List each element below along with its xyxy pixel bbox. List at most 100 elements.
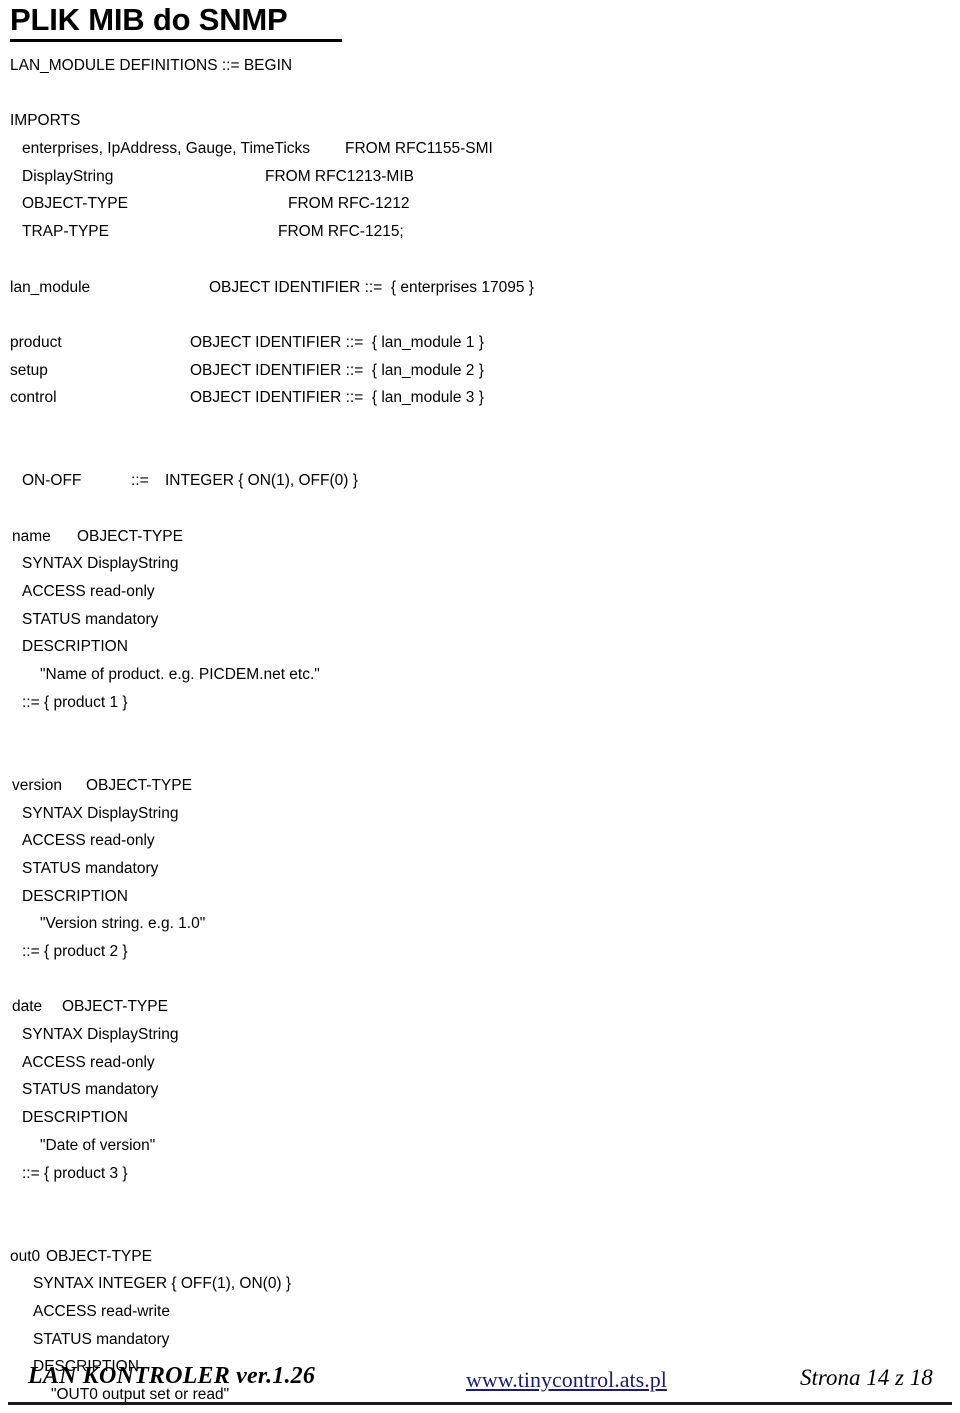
object-name: date bbox=[12, 998, 43, 1016]
object-access: ACCESS read-only bbox=[22, 1053, 155, 1071]
textual-convention-line: ON-OFF ::= INTEGER { ON(1), OFF(0) } bbox=[0, 467, 960, 495]
object-description-keyword: DESCRIPTION bbox=[22, 887, 128, 905]
object-description-keyword-line: DESCRIPTION bbox=[0, 633, 960, 661]
object-description-line: "Version string. e.g. 1.0" bbox=[0, 910, 960, 938]
oid-line: setup OBJECT IDENTIFIER ::= { lan_module… bbox=[0, 357, 960, 385]
object-access-line: ACCESS read-only bbox=[0, 827, 960, 855]
page-footer: LAN KONTROLER ver.1.26 www.tinycontrol.a… bbox=[0, 1355, 960, 1413]
object-type-keyword: OBJECT-TYPE bbox=[86, 776, 192, 794]
object-description-line: "Date of version" bbox=[0, 1132, 960, 1160]
textual-convention-operator: ::= bbox=[131, 472, 149, 490]
root-oid-line: lan_module OBJECT IDENTIFIER ::= { enter… bbox=[0, 274, 960, 302]
oid-assignment: OBJECT IDENTIFIER ::= { lan_module 3 } bbox=[190, 389, 484, 407]
oid-line: product OBJECT IDENTIFIER ::= { lan_modu… bbox=[0, 329, 960, 357]
object-syntax-line: SYNTAX DisplayString bbox=[0, 550, 960, 578]
object-access-line: ACCESS read-only bbox=[0, 1049, 960, 1077]
textual-convention-definition: INTEGER { ON(1), OFF(0) } bbox=[165, 472, 358, 490]
object-syntax: SYNTAX INTEGER { OFF(1), ON(0) } bbox=[33, 1275, 292, 1293]
object-syntax: SYNTAX DisplayString bbox=[22, 804, 179, 822]
import-names: enterprises, IpAddress, Gauge, TimeTicks bbox=[22, 140, 311, 158]
object-access: ACCESS read-only bbox=[22, 583, 155, 601]
object-status: STATUS mandatory bbox=[22, 610, 159, 628]
object-access-line: ACCESS read-write bbox=[0, 1298, 960, 1326]
import-names: DisplayString bbox=[22, 167, 114, 185]
object-name: name bbox=[12, 527, 51, 545]
page-title-underline bbox=[10, 39, 342, 42]
object-description: "Version string. e.g. 1.0" bbox=[40, 915, 206, 933]
oid-assignment: OBJECT IDENTIFIER ::= { lan_module 2 } bbox=[190, 361, 484, 379]
object-oid: ::= { product 1 } bbox=[22, 693, 128, 711]
object-status-line: STATUS mandatory bbox=[0, 1076, 960, 1104]
object-oid: ::= { product 2 } bbox=[22, 943, 128, 960]
page-title: PLIK MIB do SNMP bbox=[10, 2, 288, 37]
object-description-keyword: DESCRIPTION bbox=[22, 1109, 128, 1127]
object-status: STATUS mandatory bbox=[22, 1081, 159, 1099]
object-status-line: STATUS mandatory bbox=[0, 606, 960, 634]
object-name: version bbox=[12, 776, 62, 794]
oid-name: product bbox=[10, 333, 62, 351]
object-oid-line: ::= { product 1 } bbox=[0, 689, 960, 717]
footer-divider bbox=[8, 1402, 952, 1405]
textual-convention-name: ON-OFF bbox=[22, 472, 82, 490]
import-from: FROM RFC-1212 bbox=[288, 195, 410, 213]
object-oid-line: ::= { product 2 } bbox=[0, 938, 960, 966]
import-names: TRAP-TYPE bbox=[22, 223, 109, 241]
object-type-keyword: OBJECT-TYPE bbox=[77, 527, 183, 545]
object-status: STATUS mandatory bbox=[33, 1330, 170, 1348]
object-access: ACCESS read-only bbox=[22, 832, 155, 850]
object-syntax: SYNTAX DisplayString bbox=[22, 1026, 179, 1044]
oid-name: setup bbox=[10, 361, 48, 379]
mib-source-listing: LAN_MODULE DEFINITIONS ::= BEGIN IMPORTS… bbox=[0, 52, 960, 1409]
oid-line: control OBJECT IDENTIFIER ::= { lan_modu… bbox=[0, 384, 960, 412]
imports-keyword: IMPORTS bbox=[10, 112, 81, 130]
import-line: TRAP-TYPE FROM RFC-1215; bbox=[0, 218, 960, 246]
document-page: PLIK MIB do SNMP LAN_MODULE DEFINITIONS … bbox=[0, 0, 960, 1413]
import-line: DisplayString FROM RFC1213-MIB bbox=[0, 163, 960, 191]
import-from: FROM RFC1213-MIB bbox=[265, 167, 414, 185]
object-description-keyword-line: DESCRIPTION bbox=[0, 1104, 960, 1132]
footer-page-number: Strona 14 z 18 bbox=[800, 1365, 933, 1390]
object-oid-line: ::= { product 3 } bbox=[0, 1160, 960, 1188]
object-access-line: ACCESS read-only bbox=[0, 578, 960, 606]
object-header-line: date OBJECT-TYPE bbox=[0, 993, 960, 1021]
object-oid: ::= { product 3 } bbox=[22, 1164, 128, 1182]
footer-product-name: LAN KONTROLER ver.1.26 bbox=[28, 1363, 316, 1389]
object-name: out0 bbox=[10, 1247, 41, 1265]
footer-website-link[interactable]: www.tinycontrol.ats.pl bbox=[466, 1367, 667, 1393]
object-description: "Date of version" bbox=[40, 1136, 156, 1154]
import-line: OBJECT-TYPE FROM RFC-1212 bbox=[0, 190, 960, 218]
object-description-keyword: DESCRIPTION bbox=[22, 638, 128, 656]
object-type-keyword: OBJECT-TYPE bbox=[46, 1247, 152, 1265]
import-names: OBJECT-TYPE bbox=[22, 195, 128, 213]
import-from: FROM RFC1155-SMI bbox=[345, 140, 493, 158]
object-syntax-line: SYNTAX INTEGER { OFF(1), ON(0) } bbox=[0, 1270, 960, 1298]
object-description-line: "Name of product. e.g. PICDEM.net etc." bbox=[0, 661, 960, 689]
object-access: ACCESS read-write bbox=[33, 1302, 170, 1320]
oid-assignment: OBJECT IDENTIFIER ::= { lan_module 1 } bbox=[190, 333, 484, 351]
import-from: FROM RFC-1215; bbox=[278, 223, 404, 241]
module-header-line: LAN_MODULE DEFINITIONS ::= BEGIN bbox=[0, 52, 960, 80]
object-type-keyword: OBJECT-TYPE bbox=[62, 998, 168, 1016]
object-syntax: SYNTAX DisplayString bbox=[22, 555, 179, 573]
object-description-keyword-line: DESCRIPTION bbox=[0, 883, 960, 911]
object-syntax-line: SYNTAX DisplayString bbox=[0, 1021, 960, 1049]
object-header-line: name OBJECT-TYPE bbox=[0, 523, 960, 551]
import-line: enterprises, IpAddress, Gauge, TimeTicks… bbox=[0, 135, 960, 163]
object-header-line: version OBJECT-TYPE bbox=[0, 772, 960, 800]
module-header-text: LAN_MODULE DEFINITIONS ::= BEGIN bbox=[10, 57, 293, 74]
object-description: "Name of product. e.g. PICDEM.net etc." bbox=[40, 666, 320, 684]
root-oid-assignment: OBJECT IDENTIFIER ::= { enterprises 1709… bbox=[209, 278, 534, 296]
object-status-line: STATUS mandatory bbox=[0, 1326, 960, 1354]
object-header-line: out0 OBJECT-TYPE bbox=[0, 1243, 960, 1271]
